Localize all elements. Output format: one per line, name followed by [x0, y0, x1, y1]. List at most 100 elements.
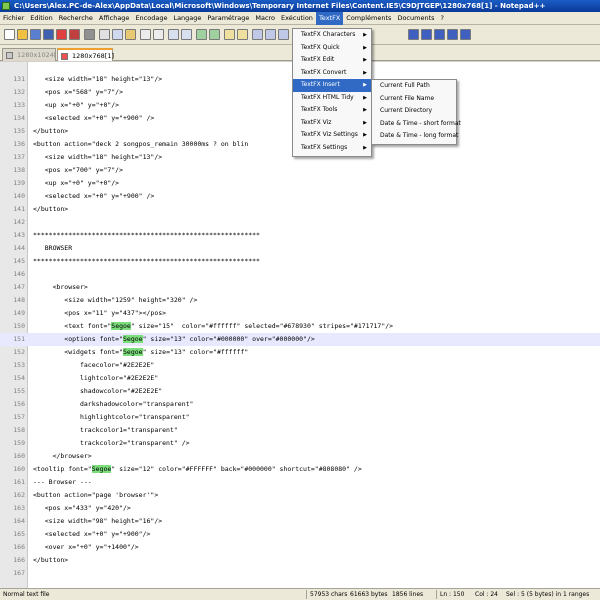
sync-scroll-icon[interactable]	[224, 29, 235, 40]
menu-affichage[interactable]: Affichage	[96, 12, 133, 25]
line-number: 153	[13, 361, 25, 369]
menu-recherche[interactable]: Recherche	[56, 12, 96, 25]
code-text: <selected x="+0" y="+900"/>	[33, 530, 151, 538]
undo-icon[interactable]	[140, 29, 151, 40]
menu-edition[interactable]: Edition	[27, 12, 56, 25]
line-number: 141	[13, 205, 25, 213]
line-number: 138	[13, 166, 25, 174]
menu-macro[interactable]: Macro	[252, 12, 278, 25]
find-icon[interactable]	[168, 29, 179, 40]
status-file-type: Normal text file	[3, 591, 50, 598]
menu-item-current-file-name[interactable]: Current File Name	[372, 93, 456, 106]
code-line: 158 trackcolor1="transparent"	[0, 424, 600, 437]
code-line: 144 BROWSER	[0, 242, 600, 255]
close-file-icon[interactable]	[56, 29, 67, 40]
menu-encodage[interactable]: Encodage	[132, 12, 170, 25]
run-macro-icon[interactable]	[447, 29, 458, 40]
code-line: 160 <tooltip font="Segoe" size="12" color…	[0, 463, 600, 476]
close-all-icon[interactable]	[69, 29, 80, 40]
record-macro-icon[interactable]	[408, 29, 419, 40]
code-text: <button action="deck 2 songpos_remain 30…	[33, 140, 249, 148]
tab-1280x768[interactable]: 1280x768[1]	[57, 48, 114, 61]
code-text: <selected x="+0" y="+900" />	[33, 192, 155, 200]
new-file-icon[interactable]	[4, 29, 15, 40]
status-line-number: Ln : 150	[440, 591, 465, 598]
line-number: 142	[13, 218, 25, 226]
code-text: <up x="+0" y="+0"/>	[33, 101, 120, 109]
code-text: <button action="page 'browser'">	[33, 491, 159, 499]
menu-item-textfx-viz[interactable]: TextFX Viz ▶	[293, 117, 371, 130]
show-all-chars-icon[interactable]	[252, 29, 263, 40]
tab-1280x1024[interactable]: 1280x1024[1]	[2, 48, 63, 61]
replace-icon[interactable]	[181, 29, 192, 40]
submenu-arrow-icon: ▶	[363, 82, 367, 88]
print-icon[interactable]	[84, 29, 95, 40]
line-number: 166	[13, 556, 25, 564]
code-line: 155 shadowcolor="#2E2E2E"	[0, 385, 600, 398]
save-icon[interactable]	[30, 29, 41, 40]
copy-icon[interactable]	[112, 29, 123, 40]
menu-help[interactable]: ?	[438, 12, 447, 25]
submenu-arrow-icon: ▶	[363, 69, 367, 76]
menu-item-textfx-edit[interactable]: TextFX Edit ▶	[293, 54, 371, 67]
line-number: 136	[13, 140, 25, 148]
search-highlight: Segoe	[123, 348, 143, 356]
doc-map-icon[interactable]	[278, 29, 289, 40]
code-line: 162 <button action="page 'browser'">	[0, 489, 600, 502]
code-line: 153 facecolor="#2E2E2E"	[0, 359, 600, 372]
line-number: 131	[13, 75, 25, 83]
menu-langage[interactable]: Langage	[170, 12, 204, 25]
menu-item-textfx-html-tidy[interactable]: TextFX HTML Tidy ▶	[293, 92, 371, 105]
indent-guide-icon[interactable]	[265, 29, 276, 40]
code-line: 149 <pos x="11" y="437"></pos>	[0, 307, 600, 320]
code-line: 159 trackcolor2="transparent" />	[0, 437, 600, 450]
menu-item-textfx-characters[interactable]: TextFX Characters ▶	[293, 29, 371, 42]
line-number: 149	[13, 309, 25, 317]
file-icon	[6, 52, 13, 59]
word-wrap-icon[interactable]	[237, 29, 248, 40]
code-text: <size width="1259" height="320" />	[33, 296, 198, 304]
open-file-icon[interactable]	[17, 29, 28, 40]
paste-icon[interactable]	[125, 29, 136, 40]
menu-item-textfx-quick[interactable]: TextFX Quick ▶	[293, 42, 371, 55]
zoom-out-icon[interactable]	[209, 29, 220, 40]
menu-fichier[interactable]: Fichier	[0, 12, 27, 25]
code-text: </button>	[33, 556, 69, 564]
redo-icon[interactable]	[153, 29, 164, 40]
status-bar: Normal text file 57953 chars 61663 bytes…	[0, 588, 600, 600]
line-number: 148	[13, 296, 25, 304]
code-line: 139 <up x="+0" y="+0"/>	[0, 177, 600, 190]
menu-item-textfx-insert[interactable]: TextFX Insert ▶	[293, 79, 371, 92]
notepadpp-icon	[2, 2, 10, 10]
menu-item-date-time-long[interactable]: Date & Time - long format	[372, 130, 458, 143]
textfx-menu: TextFX Characters ▶ TextFX Quick ▶ TextFX …	[292, 28, 372, 157]
save-all-icon[interactable]	[43, 29, 54, 40]
zoom-in-icon[interactable]	[196, 29, 207, 40]
menu-execution[interactable]: Exécution	[278, 12, 316, 25]
line-number: 140	[13, 192, 25, 200]
menu-documents[interactable]: Documents	[394, 12, 437, 25]
menu-item-textfx-viz-settings[interactable]: TextFX Viz Settings ▶	[293, 129, 371, 142]
menu-item-date-time-short[interactable]: Date & Time - short format	[372, 118, 461, 131]
menu-item-current-directory[interactable]: Current Directory	[372, 105, 456, 118]
save-macro-icon[interactable]	[460, 29, 471, 40]
code-text: <size width="18" height="13"/>	[33, 75, 163, 83]
menu-textfx[interactable]: TextFX	[315, 12, 344, 25]
play-macro-icon[interactable]	[434, 29, 445, 40]
code-text: <pos x="568" y="7"/>	[33, 88, 124, 96]
line-number: 154	[13, 374, 25, 382]
line-number: 139	[13, 179, 25, 187]
code-text: facecolor="#2E2E2E"	[33, 361, 155, 369]
menu-item-textfx-settings[interactable]: TextFX Settings ▶	[293, 142, 371, 155]
menu-item-current-full-path[interactable]: Current Full Path	[372, 80, 456, 93]
code-line: 164 <size width="98" height="16"/>	[0, 515, 600, 528]
stop-macro-icon[interactable]	[421, 29, 432, 40]
menu-item-textfx-tools[interactable]: TextFX Tools ▶	[293, 104, 371, 117]
cut-icon[interactable]	[99, 29, 110, 40]
menu-parametrage[interactable]: Paramétrage	[204, 12, 252, 25]
menu-complements[interactable]: Compléments	[343, 12, 394, 25]
menu-item-textfx-convert[interactable]: TextFX Convert ▶	[293, 67, 371, 80]
status-lines: 1856 lines	[392, 591, 424, 598]
code-text: <over x="+0" y="+1400"/>	[33, 543, 139, 551]
title-bar: C:\Users\Alex.PC-de-Alex\AppData\Local\M…	[0, 0, 600, 12]
